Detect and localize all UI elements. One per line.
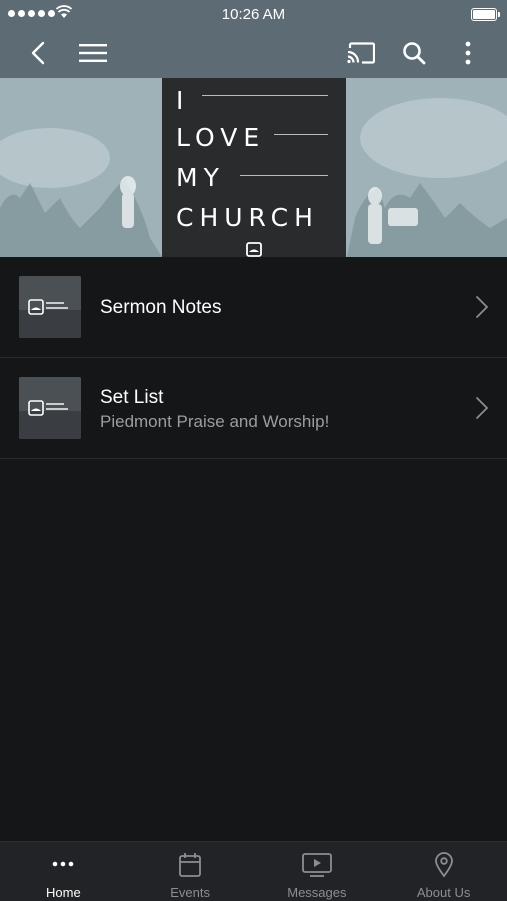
chevron-right-icon (476, 296, 489, 318)
cast-button[interactable] (339, 28, 383, 78)
search-button[interactable] (392, 28, 436, 78)
chevron-right-icon (476, 397, 489, 419)
item-thumbnail (19, 276, 81, 338)
hero-word-3: MY (176, 163, 225, 192)
tab-label: Home (46, 885, 81, 900)
list-item-title: Set List (100, 387, 164, 408)
hamburger-menu-icon (79, 44, 107, 62)
battery-icon (471, 8, 500, 21)
map-pin-icon (434, 852, 453, 878)
more-options-button[interactable] (446, 28, 490, 78)
calendar-icon (179, 853, 202, 877)
status-time: 10:26 AM (221, 6, 286, 23)
hero-word-2: LOVE (176, 123, 266, 152)
more-horizontal-icon (53, 861, 74, 867)
tab-messages[interactable]: Messages (254, 842, 381, 901)
status-bar: 10:26 AM (0, 0, 507, 28)
video-icon (301, 853, 332, 877)
tab-home[interactable]: Home (0, 842, 127, 901)
cast-icon (347, 42, 375, 64)
tab-events[interactable]: Events (127, 842, 254, 901)
content-list: Sermon Notes Set List Piedmont Praise an… (0, 257, 507, 459)
tab-label: Events (170, 885, 210, 900)
list-item-subtitle: Piedmont Praise and Worship! (100, 412, 330, 431)
more-vertical-icon (465, 41, 471, 65)
i-love-my-church-logo-card: I LOVE MY CHURCH (162, 78, 346, 257)
menu-button[interactable] (71, 28, 115, 78)
tab-label: About Us (416, 885, 471, 900)
bottom-tab-bar: Home Events Messages About Us (0, 841, 507, 901)
item-thumbnail (19, 377, 81, 439)
tab-about-us[interactable]: About Us (380, 842, 507, 901)
hero-word-1: I (176, 86, 190, 115)
hero-banner: I LOVE MY CHURCH (0, 78, 507, 257)
search-icon (403, 42, 426, 65)
hero-word-4: CHURCH (176, 203, 319, 232)
back-button[interactable] (16, 28, 60, 78)
list-item-sermon-notes[interactable]: Sermon Notes (0, 257, 507, 358)
list-item-set-list[interactable]: Set List Piedmont Praise and Worship! (0, 358, 507, 459)
church-logo-icon (246, 242, 262, 257)
top-navigation-bar (0, 28, 507, 78)
back-chevron-icon (31, 41, 45, 65)
list-item-title: Sermon Notes (100, 297, 222, 318)
tab-label: Messages (287, 885, 347, 900)
